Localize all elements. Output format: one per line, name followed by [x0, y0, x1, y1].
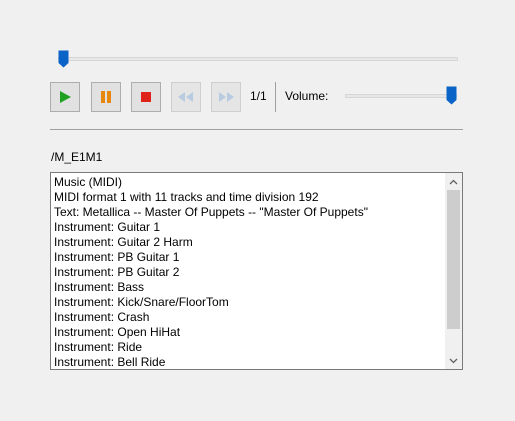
stop-icon: [141, 92, 151, 102]
play-button[interactable]: [50, 82, 80, 112]
info-lines: Music (MIDI) MIDI format 1 with 11 track…: [54, 175, 444, 369]
fast-forward-button[interactable]: [211, 82, 241, 112]
vertical-scrollbar[interactable]: [445, 173, 462, 369]
info-line: Text: Metallica -- Master Of Puppets -- …: [54, 205, 368, 219]
file-path-label: /M_E1M1: [51, 150, 103, 164]
info-line: MIDI format 1 with 11 tracks and time di…: [54, 190, 319, 204]
info-line: Instrument: Kick/Snare/FloorTom: [54, 295, 229, 309]
scroll-down-button[interactable]: [445, 352, 462, 369]
info-line: Instrument: Crash: [54, 310, 150, 324]
info-line: Instrument: PB Guitar 2: [54, 265, 180, 279]
info-line: Instrument: Guitar 1: [54, 220, 161, 234]
info-line: Instrument: PB Guitar 1: [54, 250, 180, 264]
scroll-up-button[interactable]: [445, 173, 462, 190]
info-line: Music (MIDI): [54, 175, 122, 189]
info-line: Instrument: Bass: [54, 280, 145, 294]
chevron-up-icon: [449, 179, 458, 184]
info-textbox[interactable]: Music (MIDI) MIDI format 1 with 11 track…: [50, 172, 463, 370]
info-line: Instrument: Guitar 2 Harm: [54, 235, 193, 249]
volume-label: Volume:: [285, 89, 329, 103]
seek-slider-thumb[interactable]: [58, 50, 69, 68]
scrollbar-thumb[interactable]: [447, 190, 460, 329]
section-divider: [50, 129, 463, 130]
info-line: Instrument: Ride: [54, 340, 143, 354]
rewind-icon: [178, 92, 193, 102]
toolbar-separator: [275, 82, 276, 112]
volume-slider-thumb[interactable]: [446, 86, 457, 105]
chevron-down-icon: [449, 358, 458, 363]
track-counter: 1/1: [250, 89, 267, 103]
info-line: Instrument: Open HiHat: [54, 325, 181, 339]
stop-button[interactable]: [131, 82, 161, 112]
volume-slider-track[interactable]: [345, 94, 457, 98]
info-line: Instrument: Bell Ride: [54, 355, 166, 369]
seek-slider-track[interactable]: [58, 57, 458, 61]
rewind-button[interactable]: [171, 82, 201, 112]
fast-forward-icon: [219, 92, 234, 102]
pause-button[interactable]: [91, 82, 121, 112]
play-icon: [60, 91, 71, 103]
pause-icon: [101, 91, 111, 103]
